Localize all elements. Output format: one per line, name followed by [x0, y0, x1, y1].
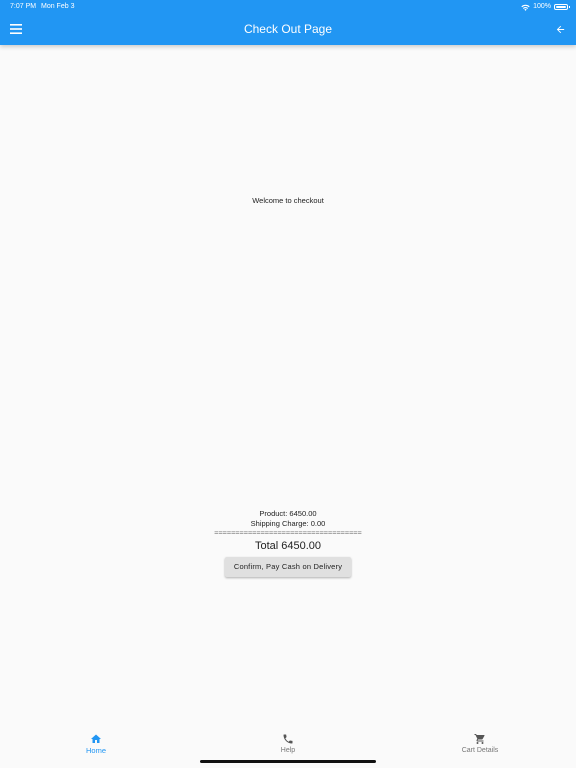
- status-bar: 7:07 PM Mon Feb 3 100%: [0, 0, 576, 14]
- cart-icon: [474, 734, 485, 744]
- nav-item-help[interactable]: Help: [248, 733, 328, 755]
- summary-divider: ===================================: [214, 529, 362, 537]
- home-icon: [91, 734, 101, 743]
- nav-label-help: Help: [280, 747, 296, 754]
- status-right: 100%: [521, 0, 570, 14]
- menu-button[interactable]: [6, 19, 26, 39]
- confirm-cod-button[interactable]: Confirm, Pay Cash on Delivery: [224, 557, 352, 577]
- product-amount: Product: 6450.00: [259, 509, 317, 518]
- status-time: 7:07 PM: [10, 3, 37, 10]
- app-bar: 7:07 PM Mon Feb 3 100% Check Out Page: [0, 0, 576, 45]
- total-amount: Total 6450.00: [254, 540, 322, 552]
- page-title: Check Out Page: [243, 22, 333, 36]
- battery-percent: 100%: [533, 3, 551, 10]
- menu-icon: [10, 24, 22, 34]
- nav-item-cart-details[interactable]: Cart Details: [440, 733, 520, 755]
- home-indicator: [200, 760, 376, 763]
- status-date: Mon Feb 3: [41, 3, 75, 10]
- arrow-back-icon: [556, 25, 564, 33]
- battery-icon: [554, 4, 570, 10]
- welcome-text: Welcome to checkout: [252, 196, 324, 205]
- nav-item-home[interactable]: Home: [56, 733, 136, 755]
- wifi-icon: [521, 4, 530, 11]
- order-summary: Product: 6450.00 Shipping Charge: 0.00 =…: [0, 509, 576, 577]
- back-button[interactable]: [550, 19, 570, 39]
- phone-icon: [283, 734, 293, 744]
- nav-label-cart-details: Cart Details: [461, 747, 499, 754]
- nav-label-home: Home: [85, 746, 106, 755]
- toolbar: Check Out Page: [0, 14, 576, 45]
- shipping-charge: Shipping Charge: 0.00: [250, 519, 326, 528]
